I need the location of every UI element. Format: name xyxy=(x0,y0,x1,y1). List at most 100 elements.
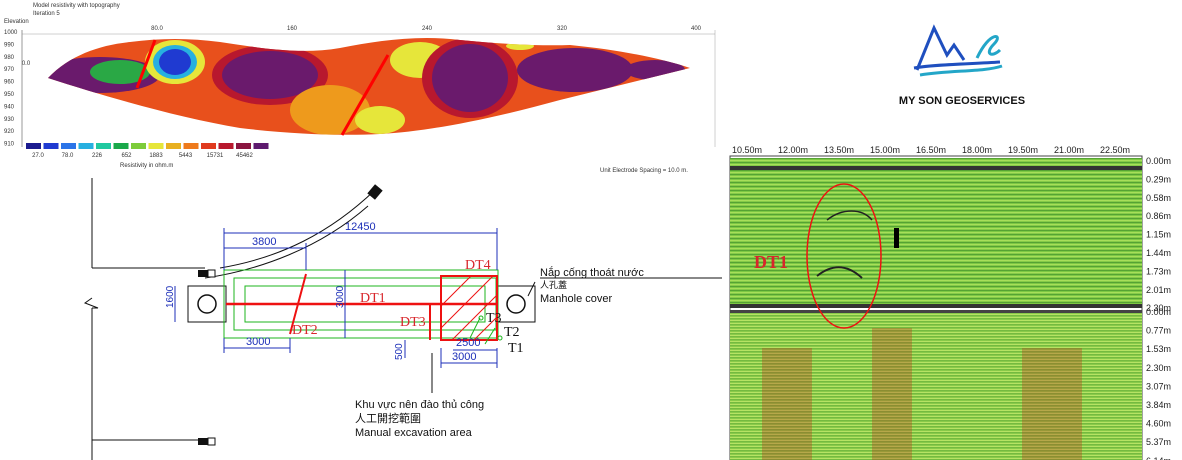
mountain-logo-icon xyxy=(913,24,1003,77)
manhole-right xyxy=(496,285,536,323)
dim-small-v: 500 xyxy=(394,343,405,360)
elevation-tick: 930 xyxy=(4,117,15,123)
legend-swatch xyxy=(78,143,94,149)
depth-tick: 2.30m xyxy=(1146,363,1171,373)
depth-tick: 1.44m xyxy=(1146,248,1171,258)
resistivity-legend xyxy=(26,143,269,149)
company-name: MY SON GEOSERVICES xyxy=(899,95,1025,107)
legend-swatch xyxy=(218,143,234,149)
legend-swatch xyxy=(96,143,111,149)
electrode-spacing-note: Unit Electrode Spacing = 10.0 m. xyxy=(600,168,688,174)
resistivity-section: Model resistivity with topography Iterat… xyxy=(4,3,716,174)
depth-tick: 3.84m xyxy=(1146,400,1171,410)
legend-value: 27.0 xyxy=(32,153,44,159)
depth-tick: 0.00m xyxy=(1146,156,1171,166)
elevation-tick: 910 xyxy=(4,142,15,148)
depth-tick: 0.00m xyxy=(1146,307,1171,317)
ert-title: Model resistivity with topography xyxy=(33,3,120,9)
legend-swatch xyxy=(166,143,181,149)
depth-tick: 1.53m xyxy=(1146,344,1171,354)
legend-swatch xyxy=(148,143,164,149)
elevation-tick: 920 xyxy=(4,129,15,135)
x-tick: 160 xyxy=(287,26,298,32)
legend-value: 5443 xyxy=(179,153,193,159)
resistivity-model xyxy=(48,37,690,136)
legend-value: 15731 xyxy=(207,153,224,159)
legend-swatch xyxy=(43,143,59,149)
depth-tick: 1.73m xyxy=(1146,266,1171,276)
distance-tick: 12.00m xyxy=(778,145,808,155)
depth-tick: 4.60m xyxy=(1146,419,1171,429)
legend-value: 652 xyxy=(121,153,132,159)
distance-tick: 22.50m xyxy=(1100,145,1130,155)
depth-tick: 0.86m xyxy=(1146,211,1171,221)
legend-value: 226 xyxy=(92,153,103,159)
manhole-left xyxy=(187,285,227,323)
legend-value: 45462 xyxy=(236,153,253,159)
depth-tick: 6.14m xyxy=(1146,456,1171,460)
dim-height: 1600 xyxy=(165,285,176,308)
depth-axis-bottom: 0.00m 0.77m 1.53m 2.30m 3.07m 3.84m 4.60m 5.37m… xyxy=(1146,307,1171,460)
legend-swatch xyxy=(131,143,146,149)
elevation-tick: 980 xyxy=(4,55,15,61)
excavation-plan: 12450 3800 3000 3000 2500 1600 3000 500 … xyxy=(83,178,722,460)
dim-small-h: 2500 xyxy=(456,337,480,349)
dim-inner-height: 3000 xyxy=(335,285,346,308)
legend-swatch xyxy=(61,143,76,149)
elevation-tick: 950 xyxy=(4,92,15,98)
label-t1: T1 xyxy=(508,341,524,356)
legend-swatch xyxy=(26,143,41,149)
dim-total: 12450 xyxy=(345,221,376,233)
depth-tick: 2.01m xyxy=(1146,285,1171,295)
manhole-cn: 人孔蓋 xyxy=(540,279,567,290)
elevation-tick: 960 xyxy=(4,80,15,86)
ert-iteration: Iteration 5 xyxy=(33,11,60,17)
elevation-tick: 970 xyxy=(4,67,15,73)
legend-swatch xyxy=(113,143,129,149)
excavation-en: Manual excavation area xyxy=(355,427,473,439)
x-tick: 240 xyxy=(422,26,433,32)
distance-tick: 10.50m xyxy=(732,145,762,155)
legend-value: 1883 xyxy=(149,153,163,159)
legend-swatch xyxy=(253,143,269,149)
x-tick: 400 xyxy=(691,26,702,32)
depth-tick: 0.58m xyxy=(1146,193,1171,203)
depth-tick: 5.37m xyxy=(1146,437,1171,447)
legend-swatch xyxy=(201,143,216,149)
company-logo: MY SON GEOSERVICES xyxy=(899,24,1025,107)
label-dt3: DT3 xyxy=(400,315,426,330)
elevation-tick: 940 xyxy=(4,104,15,110)
depth-tick: 0.77m xyxy=(1146,326,1171,336)
depth-tick: 1.15m xyxy=(1146,230,1171,240)
x-tick: 80.0 xyxy=(151,26,163,32)
depth-tick: 3.07m xyxy=(1146,381,1171,391)
distance-tick: 18.00m xyxy=(962,145,992,155)
elevation-tick: 990 xyxy=(4,42,15,48)
legend-caption: Resistivity in ohm.m xyxy=(120,163,173,169)
label-dt4: DT4 xyxy=(465,258,491,273)
legend-swatch xyxy=(183,143,199,149)
legend-value: 78.0 xyxy=(62,153,74,159)
elevation-axis: 1000 990 980 970 960 950 940 930 920 910 xyxy=(4,30,18,148)
manhole-en: Manhole cover xyxy=(540,293,612,305)
label-t2: T2 xyxy=(504,325,520,340)
label-t3: T3 xyxy=(486,311,502,326)
x-tick: 320 xyxy=(557,26,568,32)
dim-bottom-right: 3000 xyxy=(452,351,476,363)
distance-tick: 15.00m xyxy=(870,145,900,155)
dim-bottom-left: 3000 xyxy=(246,336,270,348)
elevation-tick: 1000 xyxy=(4,30,18,36)
label-dt2: DT2 xyxy=(292,323,318,338)
dim-left-seg: 3800 xyxy=(252,236,276,248)
excavation-vi: Khu vực nên đào thủ công xyxy=(355,399,484,411)
ert-elevation-label: Elevation xyxy=(4,19,29,25)
legend-swatch xyxy=(236,143,251,149)
gpr-radargram: 10.50m 12.00m 13.50m 15.00m 16.50m 18.00m 19.5… xyxy=(729,145,1171,460)
distance-tick: 19.50m xyxy=(1008,145,1038,155)
depth-tick: 0.29m xyxy=(1146,174,1171,184)
x-tick: 0.0 xyxy=(22,61,31,67)
gpr-distance-axis: 10.50m 12.00m 13.50m 15.00m 16.50m 18.00m 19.5… xyxy=(732,145,1130,155)
distance-tick: 13.50m xyxy=(824,145,854,155)
label-dt1: DT1 xyxy=(360,291,386,306)
distance-tick: 21.00m xyxy=(1054,145,1084,155)
